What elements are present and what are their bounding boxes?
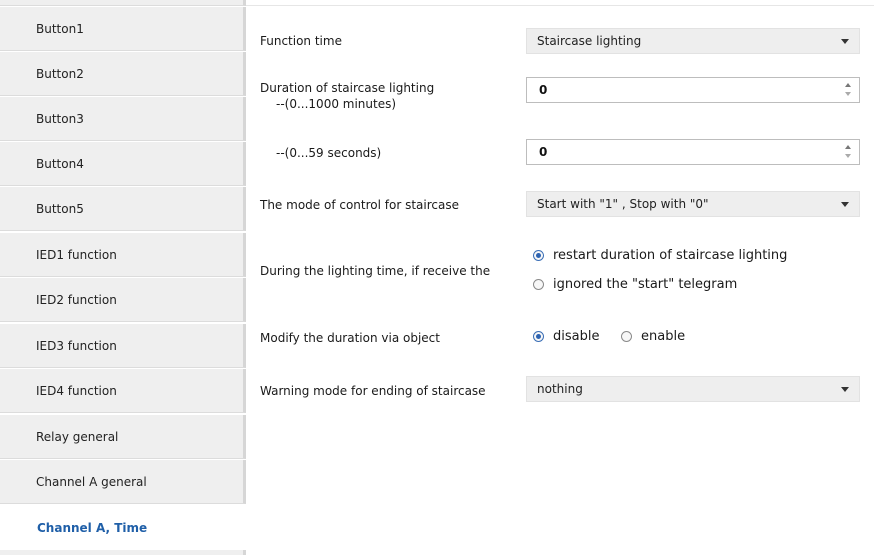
control-mode-value: Start with "1" , Stop with "0" [537,197,709,211]
duration-seconds-range-label: --(0...59 seconds) [276,146,382,160]
radio-label: ignored the "start" telegram [553,277,738,292]
sidebar-item-button4[interactable]: Button4 [0,142,246,186]
radio-unchecked-icon [533,279,544,290]
sidebar-item-label: Channel A general [36,474,147,489]
content-top-edge [246,0,874,6]
sidebar-item-button5[interactable]: Button5 [0,187,246,231]
warning-mode-dropdown[interactable]: nothing [526,376,860,402]
sidebar-item-label: Relay general [36,429,119,444]
function-time-label: Function time [260,34,342,48]
radio-enable[interactable]: enable [621,329,685,344]
chevron-down-icon [841,387,849,392]
control-mode-label: The mode of control for staircase [260,198,459,212]
stepper-arrows-icon[interactable] [845,144,853,160]
sidebar-item-label: Button4 [36,156,84,171]
warning-mode-label: Warning mode for ending of staircase [260,384,486,398]
sidebar-item-label: Channel A, Time [37,521,148,535]
duration-minutes-stepper[interactable]: 0 [526,77,860,103]
function-time-dropdown[interactable]: Staircase lighting [526,28,860,54]
radio-label: disable [553,329,600,344]
sidebar-item-ied1-function[interactable]: IED1 function [0,233,246,277]
sidebar-bottom-edge [0,550,246,555]
sidebar-item-relay-general[interactable]: Relay general [0,415,246,459]
stepper-arrows-icon[interactable] [845,82,853,98]
sidebar-top-edge [0,0,246,6]
sidebar-item-label: IED1 function [36,247,117,262]
radio-restart-duration[interactable]: restart duration of staircase lighting [533,248,787,263]
radio-ignored-start[interactable]: ignored the "start" telegram [533,277,737,292]
control-mode-dropdown[interactable]: Start with "1" , Stop with "0" [526,191,860,217]
sidebar-item-button3[interactable]: Button3 [0,97,246,141]
sidebar-item-channel-a-general[interactable]: Channel A general [0,460,246,504]
sidebar-item-ied2-function[interactable]: IED2 function [0,278,246,322]
radio-label: enable [641,329,686,344]
duration-minutes-range-label: --(0...1000 minutes) [276,97,397,111]
radio-checked-icon [533,331,544,342]
sidebar-item-button1[interactable]: Button1 [0,7,246,51]
sidebar-item-label: IED2 function [36,292,117,307]
chevron-down-icon [841,39,849,44]
sidebar-item-ied4-function[interactable]: IED4 function [0,369,246,413]
radio-disable[interactable]: disable [533,329,599,344]
duration-seconds-value: 0 [539,145,548,159]
chevron-down-icon [841,202,849,207]
radio-label: restart duration of staircase lighting [553,248,788,263]
function-time-value: Staircase lighting [537,34,642,48]
modify-duration-label: Modify the duration via object [260,331,440,345]
radio-unchecked-icon [621,331,632,342]
radio-checked-icon [533,250,544,261]
sidebar-item-label: Button3 [36,111,84,126]
sidebar-item-label: IED3 function [36,338,117,353]
sidebar-item-label: Button5 [36,201,84,216]
sidebar-item-button2[interactable]: Button2 [0,52,246,96]
sidebar-item-ied3-function[interactable]: IED3 function [0,324,246,368]
sidebar-nav: Button1 Button2 Button3 Button4 Button5 … [0,0,246,555]
duration-seconds-stepper[interactable]: 0 [526,139,860,165]
duration-minutes-value: 0 [539,83,548,97]
sidebar-item-label: Button1 [36,21,84,36]
sidebar-item-label: Button2 [36,66,84,81]
receive-behavior-label: During the lighting time, if receive the [260,264,491,278]
warning-mode-value: nothing [537,382,583,396]
sidebar-item-label: IED4 function [36,383,117,398]
sidebar-item-channel-a-time[interactable]: Channel A, Time [0,506,246,550]
duration-label: Duration of staircase lighting [260,81,435,95]
